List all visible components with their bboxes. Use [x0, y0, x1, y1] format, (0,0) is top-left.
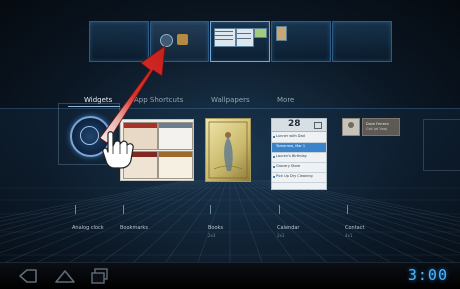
calendar-widget[interactable]: 28 Lunner with Dad Tomorrow, Mar 1 Laure…: [271, 118, 327, 190]
divider: [237, 33, 251, 34]
divider: [215, 39, 233, 40]
tab-more[interactable]: More: [277, 96, 294, 104]
widget-name: Books: [208, 225, 224, 231]
home-screen-2[interactable]: [150, 21, 209, 62]
calendar-icon: [314, 122, 322, 129]
calendar-event: Grocery Store: [272, 163, 326, 173]
calendar-event: Lauren's Birthday: [272, 153, 326, 163]
widget-slot-placeholder: [423, 119, 460, 171]
tab-app-shortcuts[interactable]: App Shortcuts: [134, 96, 183, 104]
divider: [215, 35, 233, 36]
back-icon[interactable]: [18, 267, 38, 285]
recent-apps-icon[interactable]: [90, 267, 110, 285]
analog-clock-widget[interactable]: [58, 103, 120, 165]
home-screen-4[interactable]: [271, 21, 331, 62]
bookmark-thumb: [123, 122, 158, 150]
widget-name: Analog clock: [72, 225, 104, 231]
label-tick: [347, 205, 348, 214]
books-widget[interactable]: [205, 118, 251, 182]
home-icon[interactable]: [54, 267, 76, 285]
widget-size: 2x3: [277, 233, 285, 238]
bookmark-thumb: [158, 122, 193, 150]
tab-wallpapers[interactable]: Wallpapers: [211, 96, 250, 104]
label-tick: [279, 205, 280, 214]
app-icon: [160, 34, 173, 47]
contact-name: Dave Ferrera: [366, 122, 389, 126]
divider: [237, 38, 251, 39]
calendar-event: Pick Up Dry Cleaning: [272, 173, 326, 183]
label-tick: [210, 205, 211, 214]
person-icon: [348, 122, 354, 128]
app-icon: [177, 34, 188, 45]
book-cover: [208, 121, 248, 179]
calendar-header: 28: [272, 119, 326, 132]
contact-photo: [342, 118, 360, 136]
widget-size: 4x1: [345, 233, 353, 238]
widget-size: 2x3: [208, 233, 216, 238]
bookmark-thumb: [123, 151, 158, 179]
system-bar: 3:00: [0, 262, 460, 289]
widget-preview: [254, 28, 267, 38]
bookmark-thumb: [158, 151, 193, 179]
widget-preview: [276, 26, 287, 41]
divider: [215, 31, 233, 32]
widget-name: Calendar: [277, 225, 300, 231]
calendar-event: Lunner with Dad: [272, 133, 326, 143]
label-tick: [75, 205, 76, 214]
calendar-day-heading: Tomorrow, Mar 1: [272, 143, 326, 153]
home-screen-3[interactable]: [210, 21, 270, 62]
bookmarks-widget[interactable]: [120, 119, 194, 181]
clock-face: [70, 116, 111, 157]
calendar-date: 28: [288, 119, 301, 129]
clock-dial: [80, 126, 99, 145]
widget-name: Contact: [345, 225, 365, 231]
home-screen-5[interactable]: [332, 21, 392, 62]
contact-card: Dave Ferrera Call (of Voo): [362, 118, 400, 136]
contact-widget[interactable]: Dave Ferrera Call (of Voo): [342, 118, 402, 138]
label-tick: [123, 205, 124, 214]
contact-status: Call (of Voo): [366, 127, 388, 131]
widget-name: Bookmarks: [120, 225, 148, 231]
status-clock[interactable]: 3:00: [408, 266, 448, 284]
home-screen-1[interactable]: [89, 21, 149, 62]
